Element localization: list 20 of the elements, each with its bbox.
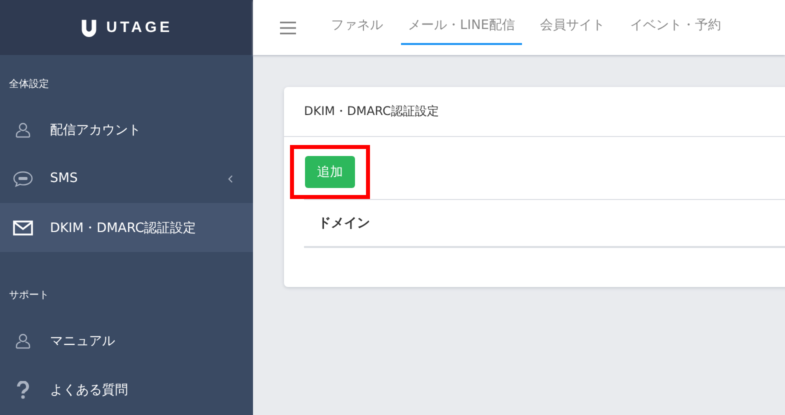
section-label: サポート — [8, 289, 50, 303]
person-icon — [13, 122, 33, 138]
sidebar-item[interactable]: よくある質問 — [0, 365, 253, 414]
nav-tab[interactable]: 会員サイト — [533, 10, 612, 45]
sidebar-item[interactable]: 配信アカウント — [0, 105, 253, 154]
sidebar-item[interactable]: DKIM・DMARC認証設定 — [0, 203, 253, 252]
nav-tab[interactable]: メール・LINE配信 — [401, 10, 522, 45]
nav-tab[interactable]: ファネル — [324, 10, 390, 45]
envelope-icon — [13, 220, 33, 236]
card-title: DKIM・DMARC認証設定 — [284, 87, 785, 137]
nav-tab[interactable]: イベント・予約 — [623, 10, 728, 45]
section-label: 全体設定 — [8, 78, 50, 92]
logo-icon — [80, 18, 98, 38]
menu-icon[interactable] — [280, 20, 296, 34]
column-header: ドメイン — [318, 215, 371, 232]
sidebar-item[interactable]: マニュアル — [0, 316, 253, 365]
speech-bubble-icon — [13, 170, 33, 186]
sidebar-item[interactable]: SMS — [0, 154, 253, 203]
logo-text: UTAGE — [106, 19, 173, 36]
person-icon — [13, 332, 33, 348]
